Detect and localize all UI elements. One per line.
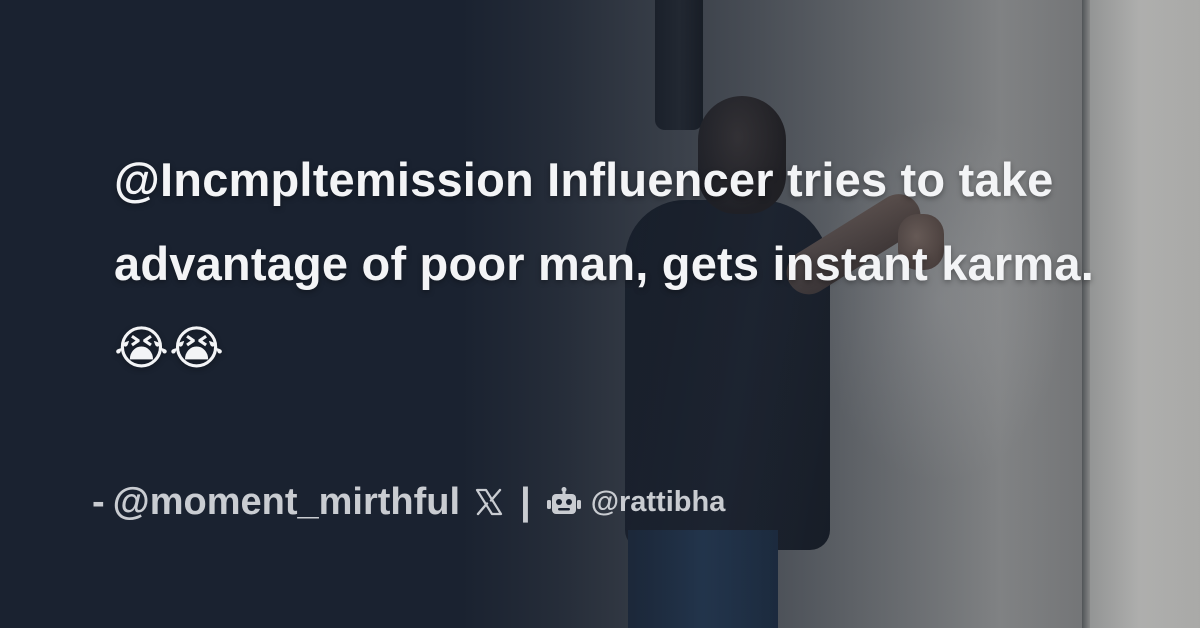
x-logo-icon (472, 482, 506, 522)
credit-separator: | (520, 480, 531, 523)
share-card: @Incmpltemission Influencer tries to tak… (0, 0, 1200, 628)
site-handle[interactable]: @rattibha (591, 486, 726, 519)
post-title: @Incmpltemission Influencer tries to tak… (114, 138, 1114, 391)
crying-emoji: 😭😭 (114, 321, 225, 376)
credit-dash: - (92, 480, 105, 523)
credit-line: - @moment_mirthful | @rattibha (92, 474, 725, 530)
robot-icon (546, 487, 581, 517)
post-title-text: @Incmpltemission Influencer tries to tak… (114, 153, 1094, 290)
author-handle[interactable]: @moment_mirthful (113, 481, 460, 524)
